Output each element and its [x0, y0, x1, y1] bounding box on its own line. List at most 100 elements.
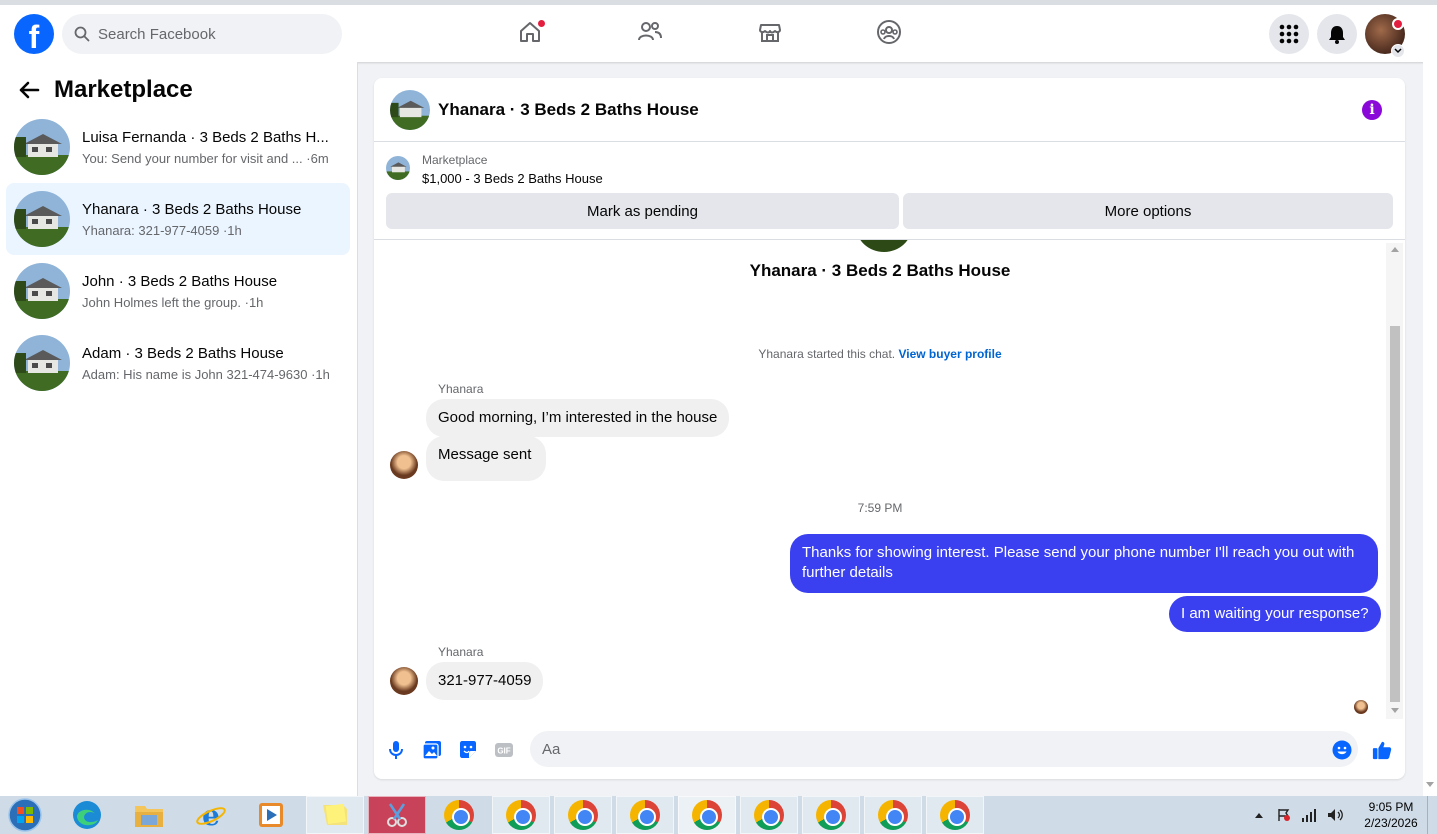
sticky-notes-taskbar-icon[interactable] [306, 796, 364, 834]
svg-text:GIF: GIF [497, 747, 510, 756]
file-explorer-taskbar-icon[interactable] [120, 796, 178, 834]
marketplace-nav-button[interactable] [755, 17, 785, 47]
listing-thumbnail [14, 119, 70, 175]
volume-icon[interactable] [1327, 808, 1345, 822]
show-hidden-icons-icon[interactable] [1255, 812, 1263, 818]
chrome-profile-taskbar-icon[interactable] [864, 796, 922, 834]
back-arrow-icon[interactable] [18, 80, 40, 100]
gif-icon[interactable]: GIF [494, 740, 514, 760]
chrome-profile-taskbar-icon[interactable] [492, 796, 550, 834]
conversation-preview: You: Send your number for visit and ... [82, 150, 303, 166]
chrome-profile-taskbar-icon[interactable] [740, 796, 798, 834]
read-receipt-avatar [1354, 700, 1368, 714]
chrome-profile-taskbar-icon[interactable] [554, 796, 612, 834]
message-thread[interactable]: Yhanara · 3 Beds 2 Baths House Yhanara s… [374, 240, 1405, 718]
sender-name: Yhanara [438, 645, 484, 659]
emoji-icon[interactable] [1332, 740, 1352, 760]
internet-explorer-taskbar-icon[interactable]: e [182, 796, 240, 834]
conversation-item[interactable]: Adam · 3 Beds 2 Baths House Adam: His na… [6, 327, 350, 399]
more-options-button[interactable]: More options [903, 193, 1393, 229]
conversation-name: Yhanara · 3 Beds 2 Baths House [82, 200, 302, 218]
marketplace-inbox-sidebar: Marketplace Luisa Fernanda · 3 Beds 2 Ba… [0, 62, 358, 796]
conversation-item[interactable]: Luisa Fernanda · 3 Beds 2 Baths H... You… [6, 111, 350, 183]
system-tray: 9:05 PM 2/23/2026 [1255, 796, 1437, 834]
search-input[interactable] [98, 25, 318, 43]
account-chevron-down-icon[interactable] [1391, 44, 1405, 58]
chrome-profile-taskbar-icon[interactable] [926, 796, 984, 834]
search-bar[interactable] [62, 14, 342, 54]
outgoing-message[interactable]: I am waiting your response? [1169, 596, 1381, 632]
top-navigation-bar: f [0, 0, 1437, 62]
listing-banner: Marketplace $1,000 - 3 Beds 2 Baths Hous… [374, 142, 1405, 240]
conversation-time: ·6m [306, 150, 329, 166]
taskbar-clock[interactable]: 9:05 PM 2/23/2026 [1355, 799, 1427, 831]
listing-thumbnail [14, 263, 70, 319]
listing-thumbnail [14, 191, 70, 247]
conversation-preview: Yhanara: 321-977-4059 [82, 222, 220, 238]
scroll-up-arrow-icon[interactable] [1389, 244, 1400, 254]
page-scroll-down-arrow-icon[interactable] [1426, 782, 1434, 787]
sender-avatar[interactable] [390, 451, 418, 479]
notifications-button[interactable] [1317, 14, 1357, 54]
menu-grid-icon [1279, 24, 1299, 44]
bell-icon [1329, 26, 1345, 44]
action-center-flag-icon[interactable] [1277, 808, 1291, 822]
snipping-tool-taskbar-icon[interactable] [368, 796, 426, 834]
incoming-message[interactable]: 321-977-4059 [426, 662, 544, 700]
outgoing-message[interactable]: Thanks for showing interest. Please send… [790, 534, 1378, 593]
chrome-taskbar-icon[interactable] [430, 796, 488, 834]
scroll-down-arrow-icon[interactable] [1389, 705, 1400, 715]
message-input[interactable] [542, 740, 1302, 758]
view-buyer-profile-link[interactable]: View buyer profile [898, 347, 1001, 361]
conversation-title: Yhanara · 3 Beds 2 Baths House [749, 261, 1011, 280]
listing-source-label: Marketplace [422, 153, 488, 167]
start-button[interactable] [0, 796, 50, 834]
sticker-icon[interactable] [458, 740, 478, 760]
chrome-profile-taskbar-icon-active[interactable] [678, 796, 736, 834]
marketplace-store-icon [759, 24, 781, 42]
conversation-name: Adam · 3 Beds 2 Baths House [82, 344, 284, 362]
clock-time: 9:05 PM [1368, 800, 1414, 814]
friends-nav-button[interactable] [635, 17, 665, 47]
conversation-preview: Adam: His name is John 321-474-9630 [82, 366, 308, 382]
home-nav-button[interactable] [515, 17, 546, 47]
incoming-message[interactable]: Message sent [426, 436, 547, 481]
edge-taskbar-icon[interactable] [58, 796, 116, 834]
conversation-name: Luisa Fernanda · 3 Beds 2 Baths H... [82, 128, 329, 146]
media-player-taskbar-icon[interactable] [242, 796, 300, 834]
conversation-name: John · 3 Beds 2 Baths House [82, 272, 278, 290]
info-icon[interactable]: i [1362, 100, 1382, 120]
chrome-profile-taskbar-icon[interactable] [802, 796, 860, 834]
chat-title[interactable]: Yhanara · 3 Beds 2 Baths House [438, 100, 699, 120]
photo-icon[interactable] [422, 740, 442, 760]
groups-nav-button[interactable] [874, 17, 904, 47]
chat-header: Yhanara · 3 Beds 2 Baths House [374, 78, 1405, 142]
listing-thumbnail[interactable] [386, 156, 410, 180]
message-timestamp: 7:59 PM [857, 501, 903, 515]
friends-icon [638, 22, 662, 41]
thumbs-up-icon[interactable] [1372, 740, 1392, 760]
listing-price-title[interactable]: $1,000 - 3 Beds 2 Baths House [422, 171, 603, 186]
chat-avatar[interactable] [390, 89, 430, 130]
clock-date: 2/23/2026 [1364, 816, 1418, 830]
microphone-icon[interactable] [386, 740, 406, 760]
message-composer: GIF [374, 728, 1405, 770]
conversation-time: ·1h [222, 222, 242, 238]
account-notification-dot [1392, 18, 1404, 30]
thread-scrollbar-thumb[interactable] [1390, 326, 1400, 702]
page-scrollbar[interactable] [1423, 62, 1437, 796]
conversation-large-avatar [856, 240, 912, 252]
show-desktop-button[interactable] [1427, 796, 1437, 834]
mark-as-pending-button[interactable]: Mark as pending [386, 193, 899, 229]
network-signal-icon[interactable] [1301, 808, 1317, 822]
facebook-logo[interactable]: f [14, 14, 54, 54]
groups-icon [877, 20, 901, 44]
menu-button[interactable] [1269, 14, 1309, 54]
message-input-container[interactable] [530, 731, 1358, 767]
conversation-item-active[interactable]: Yhanara · 3 Beds 2 Baths House Yhanara: … [6, 183, 350, 255]
sender-avatar[interactable] [390, 667, 418, 695]
conversation-item[interactable]: John · 3 Beds 2 Baths House John Holmes … [6, 255, 350, 327]
incoming-message[interactable]: Good morning, I’m interested in the hous… [426, 399, 730, 437]
listing-thumbnail [14, 335, 70, 391]
chrome-profile-taskbar-icon[interactable] [616, 796, 674, 834]
